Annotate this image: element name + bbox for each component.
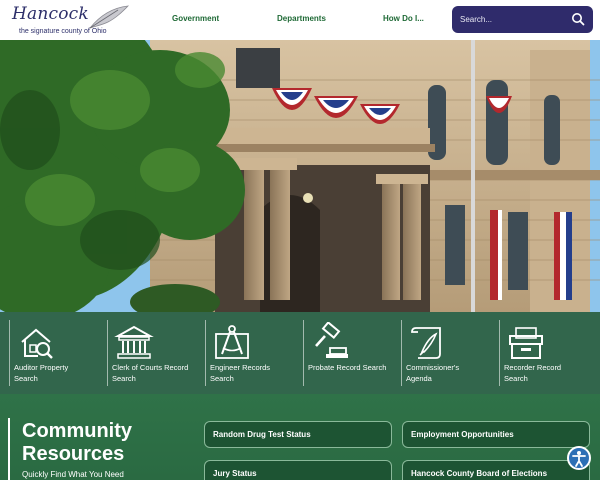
accent-bar xyxy=(8,418,10,480)
community-subtitle: Quickly Find What You Need xyxy=(22,470,124,479)
quick-link-label: Commissioner's Agenda xyxy=(406,363,460,383)
quick-link-recorder-record-search[interactable]: Recorder Record Search xyxy=(490,312,587,394)
divider xyxy=(107,320,108,386)
search-icon[interactable] xyxy=(571,12,585,26)
search-input[interactable] xyxy=(460,11,570,28)
divider xyxy=(499,320,500,386)
nav-departments[interactable]: Departments xyxy=(277,14,326,23)
divider xyxy=(205,320,206,386)
quick-link-label: Clerk of Courts Record Search xyxy=(112,363,189,383)
feather-quill-icon xyxy=(88,5,130,29)
link-board-of-elections[interactable]: Hancock County Board of Elections xyxy=(402,460,590,480)
quick-link-label: Auditor Property Search xyxy=(14,363,69,383)
courthouse-icon xyxy=(114,325,154,359)
community-title-line2: Resources xyxy=(22,443,125,465)
quick-links-bar: Auditor Property Search Clerk of Courts … xyxy=(0,312,600,394)
community-title: Community Resources xyxy=(22,420,182,466)
site-logo[interactable]: Hancock the signature county of Ohio xyxy=(6,2,130,38)
accessibility-icon xyxy=(572,451,586,467)
scroll-quill-icon xyxy=(411,327,441,359)
site-header: Hancock the signature county of Ohio Gov… xyxy=(0,0,600,40)
divider xyxy=(9,320,10,386)
gavel-icon xyxy=(315,322,348,358)
nav-government[interactable]: Government xyxy=(172,14,219,23)
compass-blueprint-icon xyxy=(215,325,249,359)
link-employment-opportunities[interactable]: Employment Opportunities xyxy=(402,421,590,448)
divider xyxy=(401,320,402,386)
accessibility-button[interactable] xyxy=(567,446,591,470)
community-title-line1: Community xyxy=(22,420,132,442)
house-search-icon xyxy=(21,328,53,359)
quick-link-label: Recorder Record Search xyxy=(504,363,562,383)
courthouse-illustration xyxy=(0,40,600,312)
quick-link-engineer-records[interactable]: Engineer Records Search xyxy=(196,312,293,394)
community-resources-section: Community Resources Quickly Find What Yo… xyxy=(0,394,600,480)
quick-link-clerk-of-courts[interactable]: Clerk of Courts Record Search xyxy=(98,312,195,394)
link-random-drug-test-status[interactable]: Random Drug Test Status xyxy=(204,421,392,448)
quick-link-probate-record-search[interactable]: Probate Record Search xyxy=(294,312,391,394)
nav-how-do-i[interactable]: How Do I... xyxy=(383,14,424,23)
quick-link-label: Probate Record Search xyxy=(308,363,387,372)
file-box-icon xyxy=(509,327,543,359)
quick-link-auditor-property-search[interactable]: Auditor Property Search xyxy=(0,312,97,394)
link-jury-status[interactable]: Jury Status xyxy=(204,460,392,480)
quick-link-commissioners-agenda[interactable]: Commissioner's Agenda xyxy=(392,312,489,394)
divider xyxy=(303,320,304,386)
logo-title: Hancock xyxy=(12,4,89,24)
hero-courthouse-photo xyxy=(0,40,600,312)
quick-link-label: Engineer Records Search xyxy=(210,363,271,383)
search-box xyxy=(452,6,593,33)
